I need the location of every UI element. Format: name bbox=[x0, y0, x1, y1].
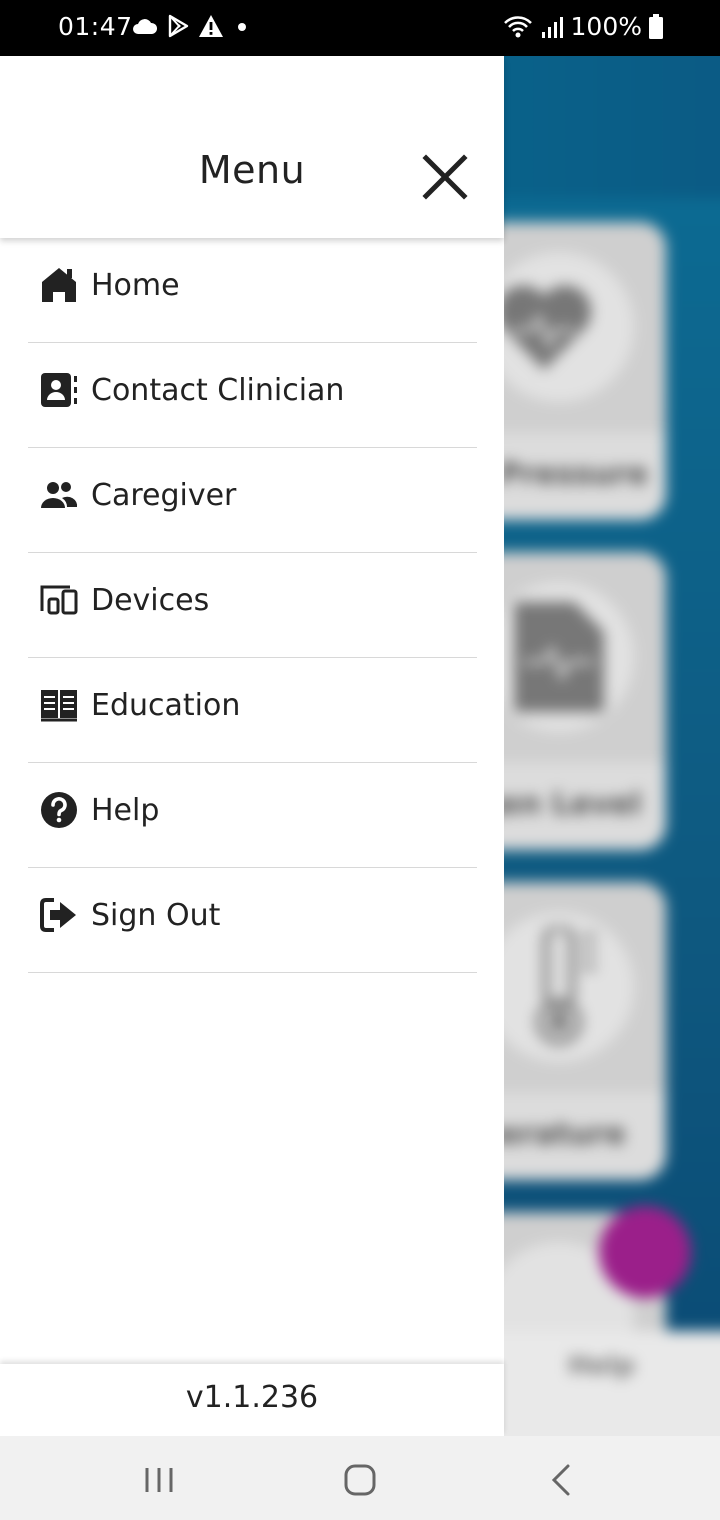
document-pulse-icon bbox=[514, 602, 604, 712]
status-bar: 01:47 100% bbox=[0, 0, 720, 56]
battery-percent: 100% bbox=[570, 12, 642, 41]
system-nav-bar bbox=[0, 1436, 720, 1520]
app-version: v1.1.236 bbox=[185, 1380, 319, 1415]
help-icon bbox=[41, 792, 77, 828]
back-icon[interactable] bbox=[540, 1458, 584, 1502]
people-icon bbox=[41, 482, 78, 508]
background-card-label: l Pressure bbox=[504, 457, 649, 492]
menu-item-contact-clinician[interactable]: Contact Clinician bbox=[28, 343, 477, 448]
recent-apps-icon[interactable] bbox=[137, 1458, 181, 1502]
navigation-drawer: Menu Home Contact Clinician Caregiver De… bbox=[0, 56, 504, 1436]
heart-pulse-icon bbox=[504, 285, 592, 370]
wifi-icon bbox=[503, 15, 532, 37]
background-header bbox=[504, 56, 720, 198]
menu-item-home[interactable]: Home bbox=[28, 238, 477, 343]
background-card: perature bbox=[504, 882, 666, 1180]
background-card: gen Level bbox=[504, 552, 666, 850]
close-icon[interactable] bbox=[420, 152, 470, 202]
menu-item-label: Sign Out bbox=[91, 898, 221, 933]
devices-icon bbox=[40, 585, 78, 615]
warning-icon bbox=[199, 15, 223, 37]
signal-icon bbox=[541, 16, 563, 38]
status-right: 100% bbox=[503, 12, 664, 41]
menu-item-label: Home bbox=[91, 268, 180, 303]
background-card-label: gen Level bbox=[504, 787, 642, 822]
battery-icon bbox=[649, 14, 663, 39]
background-app: l Pressure gen Level perature Help bbox=[504, 56, 720, 1436]
background-bottom-nav bbox=[504, 1331, 720, 1436]
status-left-icons bbox=[132, 14, 252, 38]
home-button-icon[interactable] bbox=[338, 1458, 382, 1502]
book-icon bbox=[41, 690, 77, 722]
play-store-icon bbox=[168, 14, 189, 38]
drawer-footer: v1.1.236 bbox=[0, 1364, 504, 1436]
background-card-label: perature bbox=[504, 1117, 626, 1152]
menu-item-label: Contact Clinician bbox=[91, 373, 345, 408]
background-call-fab bbox=[599, 1206, 691, 1298]
background-card: l Pressure bbox=[504, 222, 666, 520]
menu-item-devices[interactable]: Devices bbox=[28, 553, 477, 658]
sign-out-icon bbox=[40, 898, 76, 932]
screen: 01:47 100% l Pressure gen bbox=[0, 0, 720, 1520]
contact-card-icon bbox=[41, 373, 77, 407]
menu-item-help[interactable]: Help bbox=[28, 763, 477, 868]
menu-item-label: Education bbox=[91, 688, 241, 723]
menu-item-label: Caregiver bbox=[91, 478, 237, 513]
menu-item-caregiver[interactable]: Caregiver bbox=[28, 448, 477, 553]
drawer-menu: Home Contact Clinician Caregiver Devices… bbox=[28, 238, 477, 973]
drawer-header: Menu bbox=[0, 56, 504, 238]
home-icon bbox=[42, 268, 76, 302]
thermometer-icon bbox=[536, 927, 596, 1045]
menu-item-label: Help bbox=[91, 793, 160, 828]
menu-item-sign-out[interactable]: Sign Out bbox=[28, 868, 477, 973]
cloud-icon bbox=[133, 19, 158, 34]
menu-item-education[interactable]: Education bbox=[28, 658, 477, 763]
dot-icon bbox=[238, 23, 246, 31]
menu-item-label: Devices bbox=[91, 583, 210, 618]
background-help-label: Help bbox=[568, 1351, 635, 1381]
status-time: 01:47 bbox=[58, 12, 133, 41]
